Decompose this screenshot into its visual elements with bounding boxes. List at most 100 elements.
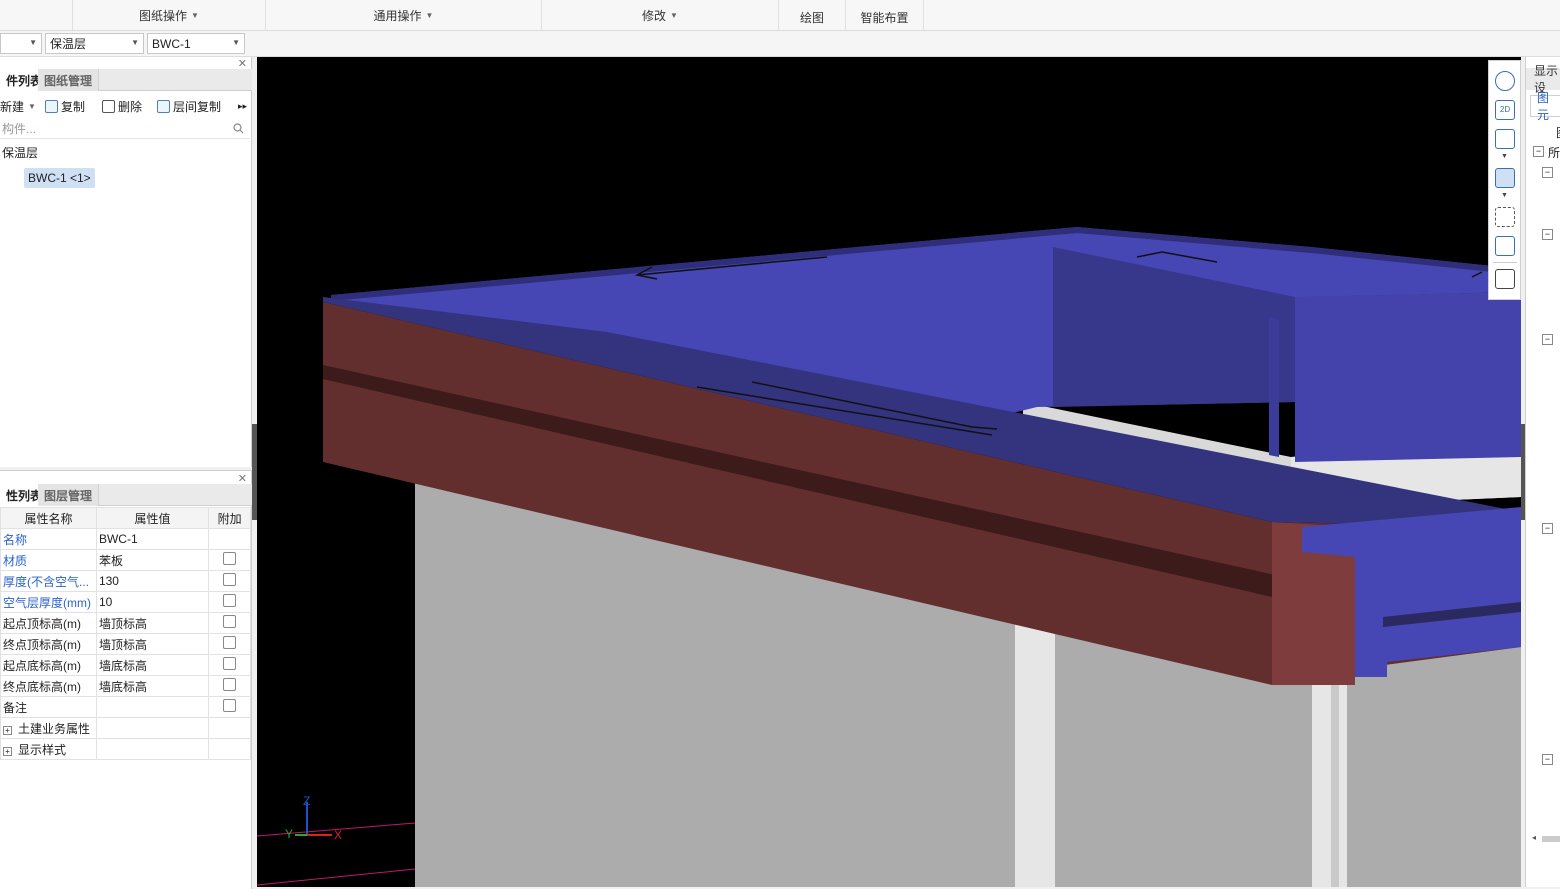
collapse-icon[interactable]: − — [1542, 167, 1553, 178]
collapse-icon[interactable]: − — [1542, 334, 1553, 345]
new-button[interactable]: 新建 ▼ — [0, 95, 36, 117]
table-row[interactable]: 空气层厚度(mm) 10 — [0, 591, 251, 613]
expand-icon[interactable]: + — [3, 725, 12, 735]
table-row[interactable]: 材质 苯板 — [0, 549, 251, 571]
tab-elements[interactable]: 图元 — [1530, 91, 1560, 122]
extra-checkbox[interactable] — [223, 615, 237, 628]
table-row[interactable]: 起点底标高(m) 墙底标高 — [0, 654, 251, 676]
property-tabs: 性列表 图层管理 — [0, 484, 252, 506]
chevron-down-icon: ▼ — [28, 101, 36, 111]
extra-checkbox[interactable] — [223, 594, 237, 607]
chevron-down-icon[interactable]: ▼ — [1501, 192, 1508, 199]
3d-viewport[interactable]: Z Y X — [257, 57, 1521, 887]
ribbon-group-label: 通用操作 — [373, 8, 422, 23]
chevron-down-icon: ▼ — [191, 10, 199, 20]
property-name: 空气层厚度(mm) — [0, 591, 97, 613]
table-row[interactable]: 起点顶标高(m) 墙顶标高 — [0, 612, 251, 634]
double-chevron-right-icon: ▸▸ — [238, 100, 248, 111]
floor-copy-button[interactable]: 层间复制 — [157, 95, 221, 117]
floor-select[interactable]: ▼ — [0, 33, 42, 54]
extra-checkbox[interactable] — [223, 699, 237, 712]
tree-item-bwc1[interactable]: BWC-1 <1> — [24, 168, 95, 188]
collapse-icon[interactable]: − — [1542, 523, 1553, 534]
insulation-front-face — [1295, 292, 1521, 462]
property-value[interactable]: 墙底标高 — [95, 675, 210, 697]
more-tools-button[interactable]: ▸▸ — [238, 95, 247, 117]
collapse-icon[interactable]: − — [1542, 754, 1553, 765]
collapse-icon[interactable]: − — [1533, 146, 1544, 157]
tab-layer-management[interactable]: 图层管理 — [38, 484, 100, 506]
table-row[interactable]: 备注 — [0, 696, 251, 718]
toolbar-divider — [1493, 262, 1517, 263]
type-select[interactable]: 保温层 ▼ — [45, 33, 144, 54]
box-wire-icon[interactable] — [1495, 129, 1515, 149]
property-value[interactable]: BWC-1 — [95, 528, 210, 550]
delete-button[interactable]: 删除 — [102, 95, 142, 117]
component-select[interactable]: BWC-1 ▼ — [147, 33, 245, 54]
extra-checkbox[interactable] — [223, 573, 237, 586]
property-header-row: 属性名称 属性值 附加 — [0, 507, 251, 529]
floor-copy-button-label: 层间复制 — [173, 99, 222, 114]
horizontal-scrollbar[interactable] — [1542, 836, 1560, 842]
column-header: 属性名称 — [0, 507, 97, 529]
extra-checkbox[interactable] — [223, 678, 237, 691]
tab-drawing-management[interactable]: 图纸管理 — [38, 69, 100, 91]
ribbon-group-label: 图纸操作 — [139, 8, 188, 23]
table-row[interactable]: 厚度(不含空气... 130 — [0, 570, 251, 592]
copy-icon — [45, 99, 58, 113]
extra-checkbox[interactable] — [223, 552, 237, 565]
table-row[interactable]: 终点底标高(m) 墙底标高 — [0, 675, 251, 697]
property-value[interactable]: 130 — [95, 570, 210, 592]
ribbon-group-label: 修改 — [642, 8, 667, 23]
component-list-tabs: 件列表 图纸管理 — [0, 69, 252, 91]
ribbon-group-smart-layout[interactable]: 智能布置 — [846, 0, 924, 30]
selector-bar: ▼ 保温层 ▼ BWC-1 ▼ — [0, 31, 1560, 57]
property-name: 厚度(不含空气... — [0, 570, 97, 592]
orbit-icon[interactable] — [1495, 71, 1515, 91]
x-axis-label: X — [334, 828, 342, 842]
property-extra — [208, 570, 251, 592]
copy-button[interactable]: 复制 — [45, 95, 85, 117]
ribbon-group-label: 绘图 — [799, 10, 824, 25]
insulation-gap — [1269, 317, 1279, 457]
chevron-down-icon[interactable]: ▼ — [1501, 153, 1508, 160]
property-value[interactable]: 墙底标高 — [95, 654, 210, 676]
tab-display-settings[interactable]: 显示设 — [1526, 64, 1560, 95]
ribbon-group-draw[interactable]: 绘图 — [779, 0, 846, 30]
property-extra — [208, 738, 251, 760]
property-group-cell: + 土建业务属性 — [0, 717, 97, 739]
property-extra — [208, 612, 251, 634]
type-select-value: 保温层 — [50, 37, 87, 51]
property-name: 起点顶标高(m) — [0, 612, 97, 634]
cube-view-icon[interactable] — [1495, 236, 1515, 256]
property-group-cell: + 显示样式 — [0, 738, 97, 760]
property-group-row[interactable]: + 土建业务属性 — [0, 717, 251, 739]
property-value[interactable]: 苯板 — [95, 549, 210, 571]
ribbon-group-modify[interactable]: 修改 ▼ — [542, 0, 779, 30]
fullscreen-icon[interactable] — [1495, 207, 1515, 227]
scroll-left-icon[interactable]: ◂ — [1532, 833, 1536, 842]
property-value[interactable]: 墙顶标高 — [95, 612, 210, 634]
table-row[interactable]: 终点顶标高(m) 墙顶标高 — [0, 633, 251, 655]
display-settings-icon[interactable] — [1495, 269, 1515, 289]
property-value[interactable]: 10 — [95, 591, 210, 613]
property-value[interactable]: 墙顶标高 — [95, 633, 210, 655]
ribbon-group-common-ops[interactable]: 通用操作 ▼ — [266, 0, 542, 30]
box-solid-icon[interactable] — [1495, 168, 1515, 188]
expand-icon[interactable]: + — [3, 746, 12, 756]
component-search-input[interactable]: 构件... — [0, 119, 250, 139]
extra-checkbox[interactable] — [223, 657, 237, 670]
table-row[interactable]: 名称 BWC-1 — [0, 528, 251, 550]
property-group-row[interactable]: + 显示样式 — [0, 738, 251, 760]
extra-checkbox[interactable] — [223, 636, 237, 649]
ribbon-group-drawing-ops[interactable]: 图纸操作 ▼ — [72, 0, 266, 30]
collapse-icon[interactable]: − — [1542, 229, 1553, 240]
property-name: 材质 — [0, 549, 97, 571]
view-2d-icon[interactable]: 2D — [1495, 100, 1515, 120]
tree-category-insulation[interactable]: 保温层 — [2, 144, 38, 161]
tree-item-label: BWC-1 <1> — [28, 171, 91, 185]
right-splitter-handle[interactable] — [1521, 424, 1525, 520]
property-name: 起点底标高(m) — [0, 654, 97, 676]
property-value[interactable] — [95, 696, 210, 718]
tree-category-label: 保温层 — [2, 146, 39, 160]
